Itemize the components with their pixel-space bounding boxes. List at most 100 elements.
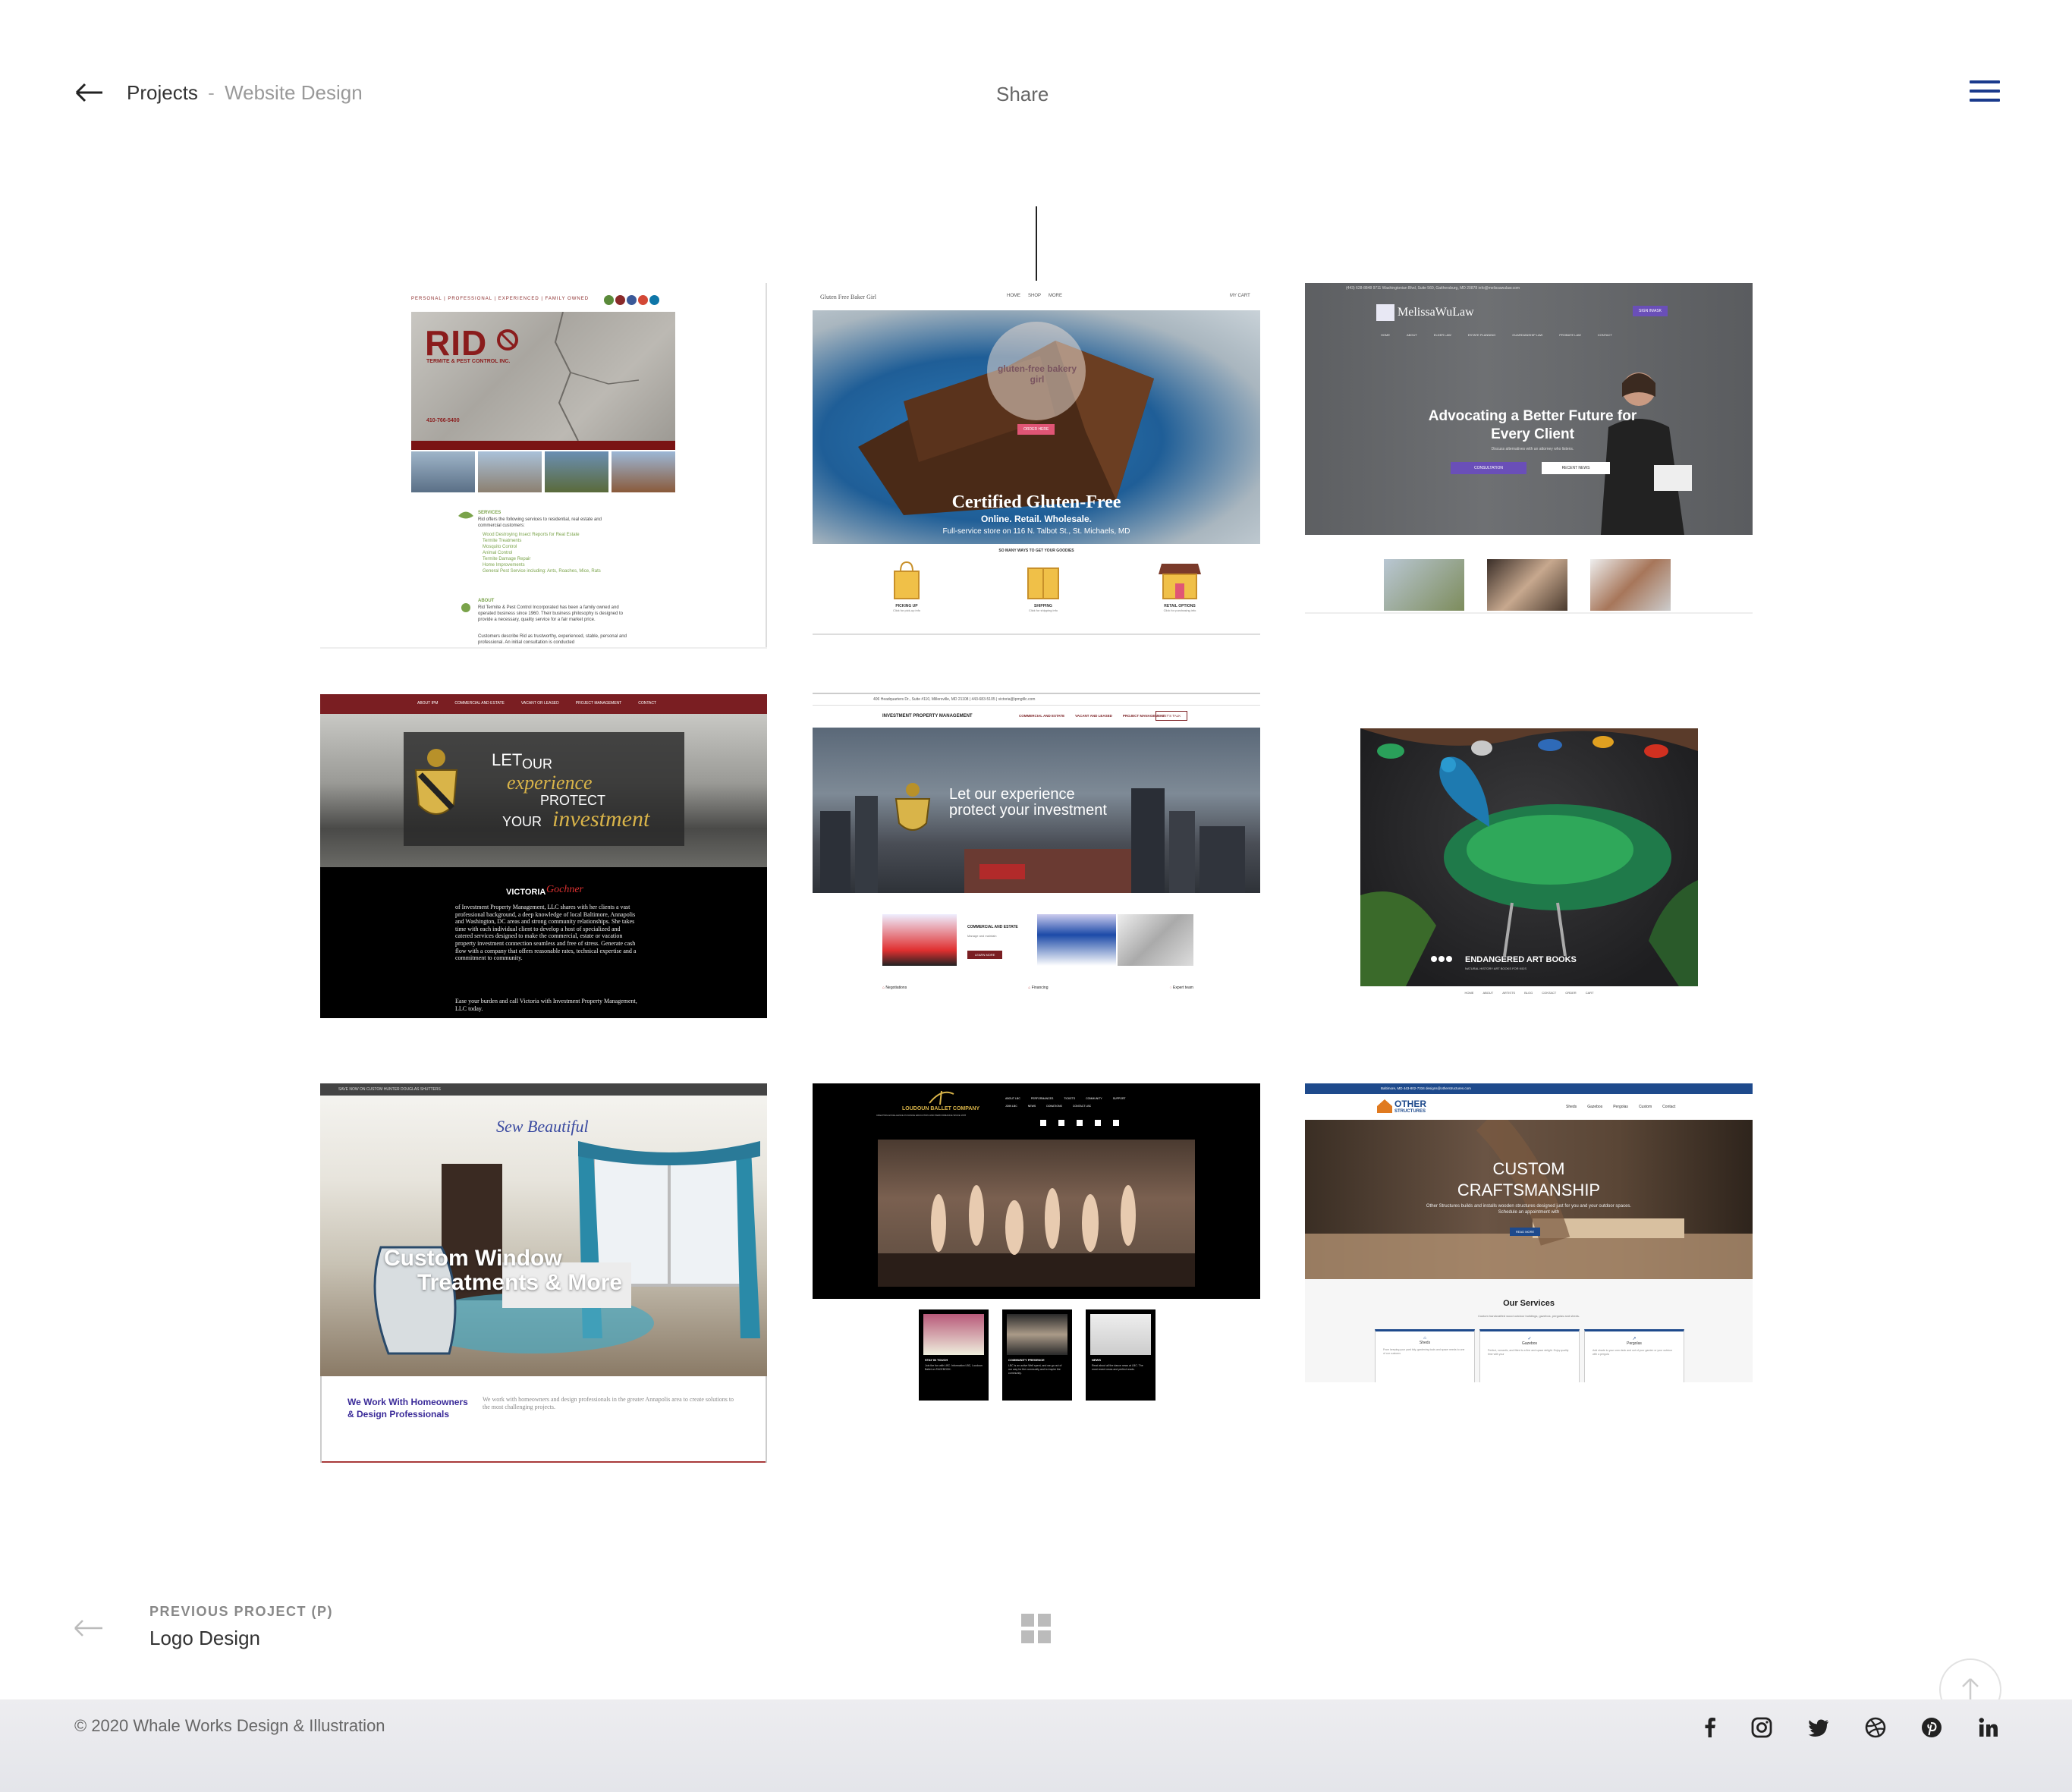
back-arrow-icon[interactable] <box>74 79 105 106</box>
page-footer: © 2020 Whale Works Design & Illustration <box>0 1699 2072 1792</box>
ipm-light-cta[interactable]: LET'S TALK <box>1155 711 1188 721</box>
other-headline-1: CUSTOM <box>1492 1159 1565 1178</box>
law-subheadline: Discuss alternatives with an attorney wh… <box>1491 447 1574 451</box>
bakery-cart[interactable]: MY CART <box>1230 294 1250 298</box>
project-thumbnail-ipm-dark[interactable]: ABOUT IPM COMMERCIAL AND ESTATE VACANT O… <box>320 694 767 1018</box>
other-service-card-pergolas[interactable]: ↗ Pergolas Add shade to your own deck an… <box>1584 1329 1684 1382</box>
breadcrumb-projects-link[interactable]: Projects <box>127 81 198 104</box>
project-thumbnail-gluten-free-bakery[interactable]: Gluten Free Baker Girl HOME SHOP MORE MY… <box>813 283 1260 635</box>
project-thumbnail-loudoun-ballet[interactable]: LOUDOUN BALLET COMPANY CREATING EXCELLEN… <box>813 1083 1260 1402</box>
sew-headline-2: Treatments & More <box>417 1270 623 1295</box>
project-thumbnail-endangered-art-books[interactable]: ENDANGERED ART BOOKS NATURAL HISTORY ART… <box>1360 728 1698 1001</box>
rid-social-icons <box>604 295 659 309</box>
hamburger-menu-icon[interactable] <box>1970 80 2000 105</box>
sew-logo: Sew Beautiful <box>496 1117 589 1136</box>
ipm-light-card-photo-2 <box>1037 914 1116 966</box>
copyright-text: © 2020 Whale Works Design & Illustration <box>74 1716 385 1735</box>
ipm-dark-nav: ABOUT IPM COMMERCIAL AND ESTATE VACANT O… <box>417 701 657 706</box>
books-brand: ENDANGERED ART BOOKS <box>1465 955 1577 964</box>
bakery-store-line: Full-service store on 116 N. Talbot St.,… <box>942 527 1130 536</box>
shipping-box-icon <box>1027 567 1059 599</box>
ipm-hero-investment: investment <box>552 806 650 832</box>
bakery-brand: Gluten Free Baker Girl <box>820 294 876 300</box>
bakery-option-pickup[interactable]: PICKING UP Click for pick-up info <box>869 561 945 612</box>
other-logo-1: OTHER <box>1394 1099 1426 1109</box>
bakery-options: PICKING UP Click for pick-up info SHIPPI… <box>869 561 1218 612</box>
sew-dining-room-hero: Sew Beautiful Custom Window Treatments &… <box>320 1096 767 1376</box>
project-thumbnail-melissa-wu-law[interactable]: (443) 628-8848 9711 Washingtonian Blvd, … <box>1305 283 1753 614</box>
ballet-card-community-presence[interactable]: COMMUNITY PRESENCE LBC is an active Well… <box>1002 1309 1072 1401</box>
project-thumbnail-other-structures[interactable]: Baltimore, MD 443-802-7334 designs@other… <box>1305 1083 1753 1382</box>
other-services-section: Our Services Custom handcrafted wood out… <box>1305 1279 1753 1382</box>
bakery-ways-heading: SO MANY WAYS TO GET YOUR GOODIES <box>998 549 1074 553</box>
law-topbar: (443) 628-8848 9711 Washingtonian Blvd, … <box>1346 286 1520 291</box>
bakery-hero-image: gluten-free bakery girl ORDER HERE Certi… <box>813 310 1260 544</box>
shopping-bag-icon <box>894 561 920 599</box>
law-headline: Advocating a Better Future for Every Cli… <box>1428 408 1637 442</box>
bakery-headline: Certified Gluten-Free <box>951 492 1121 512</box>
scroll-indicator-line <box>1036 206 1037 281</box>
ballet-brand-sub: CREATING EXCELLENCE IN DANCE EDUCATION A… <box>876 1114 967 1117</box>
rid-services-intro: Rid offers the following services to res… <box>478 517 602 528</box>
bakery-stamp: gluten-free bakery girl <box>997 363 1077 385</box>
ballet-card-stay-in-touch[interactable]: STAY IN TOUCH Join the fun with LBC. Inf… <box>919 1309 989 1401</box>
ipm-light-brand: INVESTMENT PROPERTY MANAGEMENT <box>882 714 973 718</box>
project-thumbnail-ipm-light[interactable]: 406 Headquarters Dr., Suite #110, Miller… <box>813 693 1260 1004</box>
ballet-stage-photo <box>878 1140 1195 1287</box>
previous-project-link[interactable]: Logo Design <box>149 1627 260 1650</box>
ballet-card-news[interactable]: NEWS Read about all the dance news at LB… <box>1086 1309 1155 1401</box>
rid-services-list: Wood Destroying Insect Reports for Real … <box>483 533 601 574</box>
other-services-heading: Our Services <box>1503 1299 1555 1308</box>
dribbble-icon[interactable] <box>1864 1716 1887 1739</box>
linkedin-icon[interactable] <box>1977 1716 2000 1739</box>
other-read-more-button[interactable]: READ MORE <box>1510 1228 1541 1236</box>
ipm-light-features: ⌂ Negotiations ⌂ Financing ◌ Expert team <box>882 986 1193 990</box>
sew-headline-1: Custom Window <box>384 1246 562 1271</box>
bakery-nav: HOME SHOP MORE <box>1007 294 1063 298</box>
ipm-light-city-hero: Let our experience protect your investme… <box>813 728 1260 893</box>
other-logo-house-icon <box>1377 1099 1392 1113</box>
other-subheadline: Other Structures builds and installs woo… <box>1426 1204 1632 1215</box>
books-logo-icon <box>1431 956 1452 962</box>
previous-project-arrow-icon[interactable] <box>73 1616 105 1640</box>
other-nav: Sheds Gazebos Pergolas Custom Contact <box>1566 1105 1676 1109</box>
instagram-icon[interactable] <box>1750 1716 1773 1739</box>
ipm-light-learn-more-button[interactable]: LEARN MORE <box>967 951 1003 959</box>
pinterest-icon[interactable] <box>1920 1716 1943 1739</box>
law-recent-news-button[interactable]: RECENT NEWS <box>1542 462 1610 474</box>
rid-logo-bug-icon <box>497 329 518 351</box>
law-photo-3 <box>1590 559 1671 611</box>
other-logo-2: STRUCTURES <box>1394 1109 1426 1114</box>
arrow-up-icon <box>1962 1678 1979 1701</box>
ballet-dancer-logo-icon <box>929 1090 954 1105</box>
sew-topbar: SAVE NOW ON CUSTOM HUNTER DOUGLAS SHUTTE… <box>320 1083 767 1096</box>
breadcrumb: Projects - Website Design <box>127 79 363 106</box>
all-projects-grid-icon[interactable] <box>1021 1614 1052 1644</box>
ipm-light-topbar: 406 Headquarters Dr., Suite #110, Miller… <box>873 697 1036 702</box>
ipm-light-hero-text: Let our experience protect your investme… <box>949 786 1107 819</box>
twitter-icon[interactable] <box>1807 1716 1830 1739</box>
law-consultation-button[interactable]: CONSULTATION <box>1451 462 1526 474</box>
ipm-crest-icon <box>414 749 458 815</box>
law-cta-button[interactable]: SIGN IN/ASK <box>1633 306 1668 316</box>
books-nav: HOME ABOUT ARTISTS BLOG CONTACT ORDER CA… <box>1464 991 1594 995</box>
facebook-icon[interactable] <box>1699 1716 1721 1739</box>
ipm-dark-body-2: Ease your burden and call Victoria with … <box>455 998 637 1012</box>
project-thumbnail-rid-termite[interactable]: PERSONAL | PROFESSIONAL | EXPERIENCED | … <box>320 283 767 649</box>
share-button[interactable]: Share <box>996 80 1049 108</box>
bakery-order-button[interactable]: ORDER HERE <box>1017 424 1055 435</box>
bakery-option-retail[interactable]: RETAIL OPTIONS Click for purchasing info <box>1142 561 1218 612</box>
bakery-option-shipping[interactable]: SHIPPING Click for shipping info <box>1005 561 1081 612</box>
rid-phone: 410-766-5400 <box>426 418 460 423</box>
ipm-dark-nav-bar: ABOUT IPM COMMERCIAL AND ESTATE VACANT O… <box>320 694 767 714</box>
page-header: Projects - Website Design Share <box>0 0 2072 186</box>
rid-about-text-2: Customers describe Rid as trustworthy, e… <box>478 634 627 645</box>
other-services-intro: Custom handcrafted wood outdoor building… <box>1478 1314 1580 1318</box>
ipm-signature-first: VICTORIA <box>506 888 546 897</box>
other-service-card-sheds[interactable]: ⌂ Sheds From keeping your yard tidy, gar… <box>1375 1329 1475 1382</box>
rid-logo: RID <box>425 323 488 363</box>
ipm-signature-last: Gochner <box>546 884 583 895</box>
ipm-dark-harbor-hero: LET OUR experience PROTECT YOUR investme… <box>320 714 767 867</box>
other-service-card-gazebos[interactable]: ✓ Gazebos Perfect, romantic, and fitted … <box>1479 1329 1580 1382</box>
project-thumbnail-sew-beautiful[interactable]: SAVE NOW ON CUSTOM HUNTER DOUGLAS SHUTTE… <box>320 1083 767 1463</box>
